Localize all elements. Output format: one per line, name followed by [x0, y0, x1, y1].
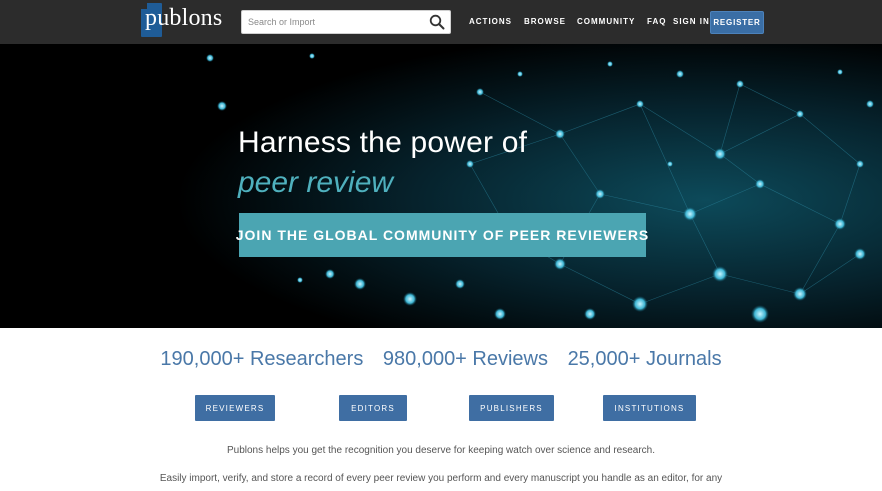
network-background-image: [0, 44, 882, 328]
logo-text: publons: [145, 5, 223, 31]
reviewers-button[interactable]: REVIEWERS: [195, 395, 275, 421]
nav-browse[interactable]: BROWSE: [524, 17, 566, 26]
search-icon[interactable]: [429, 14, 445, 30]
nav-faq[interactable]: FAQ: [647, 17, 666, 26]
hero-title: Harness the power of: [238, 126, 528, 159]
intro-paragraph: Publons helps you get the recognition yo…: [226, 445, 656, 456]
publons-logo[interactable]: publons: [141, 3, 222, 41]
search-input[interactable]: [242, 11, 428, 33]
hero-banner: Harness the power of peer review JOIN TH…: [0, 44, 882, 328]
institutions-button[interactable]: INSTITUTIONS: [603, 395, 696, 421]
stat-researchers: 190,000+ Researchers: [160, 348, 364, 370]
stat-reviews: 980,000+ Reviews: [382, 348, 548, 370]
stats-row: 190,000+ Researchers 980,000+ Reviews 25…: [0, 348, 882, 371]
sign-in-link[interactable]: SIGN IN: [673, 17, 710, 26]
nav-actions[interactable]: ACTIONS: [469, 17, 512, 26]
search-box: [241, 10, 451, 34]
join-community-button[interactable]: JOIN THE GLOBAL COMMUNITY OF PEER REVIEW…: [236, 213, 648, 257]
stat-journals: 25,000+ Journals: [567, 348, 722, 370]
nav-community[interactable]: COMMUNITY: [577, 17, 635, 26]
publishers-button[interactable]: PUBLISHERS: [469, 395, 554, 421]
hero-subtitle: peer review: [238, 166, 394, 199]
editors-button[interactable]: EDITORS: [339, 395, 407, 421]
register-button[interactable]: REGISTER: [710, 11, 764, 34]
description-paragraph: Easily import, verify, and store a recor…: [159, 473, 723, 484]
top-navigation-bar: publons ACTIONS BROWSE COMMUNITY FAQ SIG…: [0, 0, 882, 44]
